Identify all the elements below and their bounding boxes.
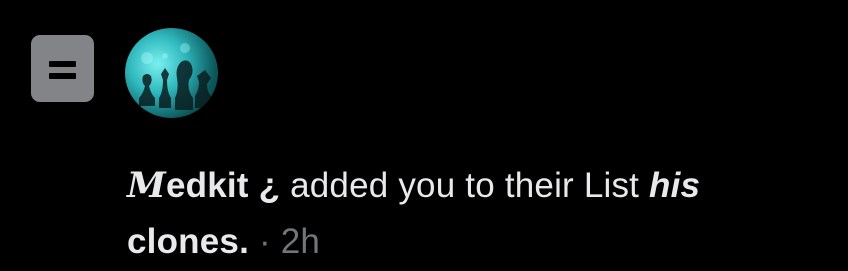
list-icon bbox=[31, 35, 94, 102]
list-icon-bar bbox=[49, 61, 76, 67]
chess-pieces-avatar-icon bbox=[139, 43, 211, 110]
notification-message: Medkit ¿ added you to their List his clon… bbox=[127, 158, 827, 270]
action-text: added you to their List bbox=[290, 166, 640, 205]
list-added-notification[interactable]: Medkit ¿ added you to their List his clon… bbox=[0, 0, 848, 271]
actor-name[interactable]: Medkit ¿ bbox=[127, 165, 280, 206]
timestamp[interactable]: 2h bbox=[281, 222, 320, 261]
avatar[interactable] bbox=[125, 28, 218, 118]
separator-dot: · bbox=[258, 222, 271, 261]
list-icon-bar bbox=[49, 73, 76, 79]
